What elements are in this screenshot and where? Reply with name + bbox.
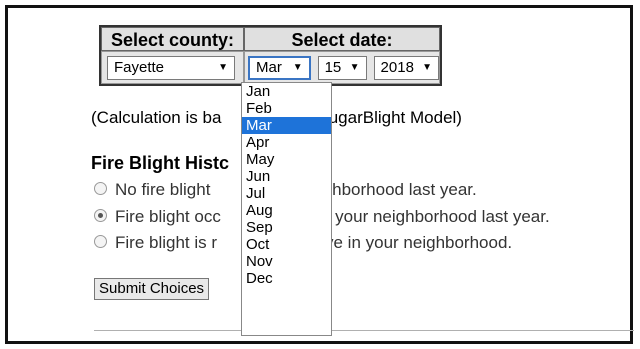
radio-button[interactable] bbox=[94, 182, 107, 195]
county-header: Select county: bbox=[101, 27, 244, 51]
month-option[interactable]: Dec bbox=[242, 270, 331, 287]
year-select-value: 2018 bbox=[380, 58, 414, 76]
calculation-note-left: (Calculation is ba bbox=[91, 108, 222, 127]
month-option-selected[interactable]: Mar bbox=[242, 117, 331, 134]
month-option[interactable]: Jan bbox=[242, 83, 331, 100]
date-header: Select date: bbox=[244, 27, 440, 51]
month-option[interactable]: Sep bbox=[242, 219, 331, 236]
chevron-down-icon: ▼ bbox=[218, 61, 228, 73]
submit-choices-button[interactable]: Submit Choices bbox=[94, 278, 210, 300]
radio-label-left: Fire blight occ bbox=[115, 207, 221, 226]
month-option[interactable]: Jun bbox=[242, 168, 331, 185]
chevron-down-icon: ▼ bbox=[422, 61, 432, 73]
chevron-down-icon: ▼ bbox=[292, 61, 303, 73]
divider bbox=[94, 330, 634, 331]
fire-blight-history-heading: Fire Blight Histc bbox=[91, 153, 230, 173]
month-option[interactable]: Nov bbox=[242, 253, 331, 270]
year-select[interactable]: 2018 ▼ bbox=[373, 55, 439, 80]
month-option[interactable]: Oct bbox=[242, 236, 331, 253]
month-dropdown-list[interactable]: Jan Feb Mar Apr May Jun Jul Aug Sep Oct … bbox=[241, 82, 332, 336]
radio-label-right: n your neighborhood last year. bbox=[321, 207, 550, 226]
chevron-down-icon: ▼ bbox=[349, 61, 360, 73]
month-option[interactable]: Aug bbox=[242, 202, 331, 219]
radio-label-left: Fire blight is r bbox=[115, 233, 218, 252]
radio-button[interactable] bbox=[94, 235, 107, 248]
month-option[interactable]: May bbox=[242, 151, 331, 168]
month-option[interactable]: Apr bbox=[242, 134, 331, 151]
month-select[interactable]: Mar ▼ bbox=[248, 55, 311, 80]
county-select[interactable]: Fayette ▼ bbox=[107, 55, 235, 80]
month-select-value: Mar bbox=[256, 58, 282, 76]
radio-button-checked[interactable] bbox=[94, 209, 107, 222]
month-option[interactable]: Feb bbox=[242, 100, 331, 117]
day-select[interactable]: 15 ▼ bbox=[317, 55, 367, 80]
county-select-value: Fayette bbox=[114, 58, 165, 76]
selection-table: Select county: Select date: Fayette ▼ Ma… bbox=[99, 25, 442, 86]
radio-label-right: ve in your neighborhood. bbox=[325, 233, 513, 252]
month-option[interactable]: Jul bbox=[242, 185, 331, 202]
day-select-value: 15 bbox=[324, 58, 342, 76]
radio-label-left: No fire blight bbox=[115, 180, 211, 199]
